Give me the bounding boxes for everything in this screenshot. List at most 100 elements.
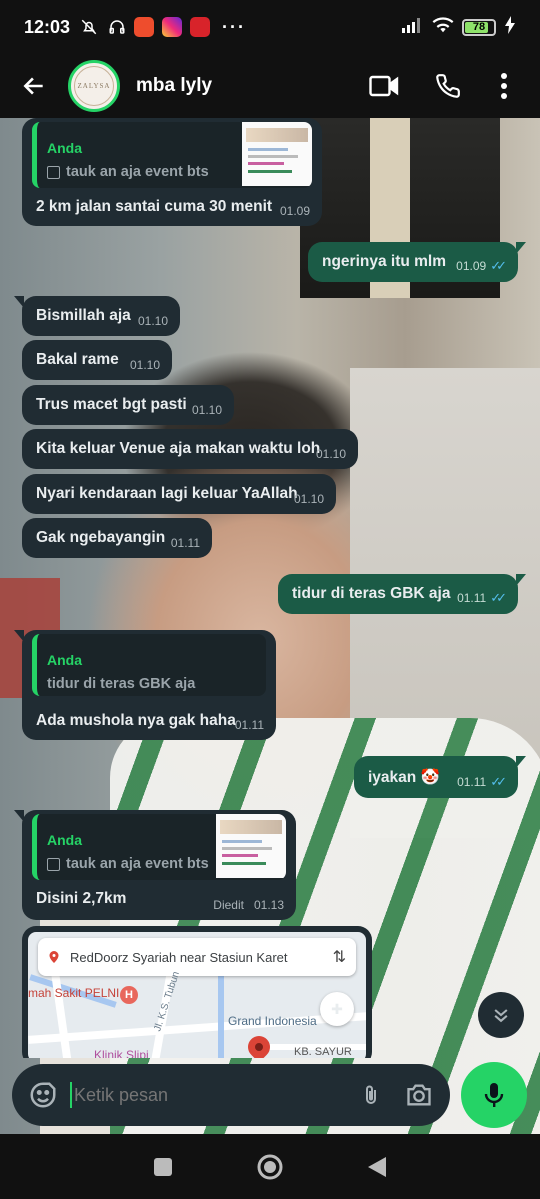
message-text: Trus macet bgt pasti — [36, 396, 187, 413]
quoted-message[interactable]: Anda tauk an aja event bts — [32, 122, 312, 188]
location-message[interactable]: RedDoorz Syariah near Stasiun Karet ⇅ ma… — [22, 926, 372, 1058]
message-text: tidur di teras GBK aja — [292, 585, 451, 602]
camera-icon — [407, 1084, 431, 1106]
voice-call-button[interactable] — [426, 64, 470, 108]
battery-level: 78 — [472, 21, 486, 33]
quote-author: Anda — [47, 652, 82, 668]
message-text: Nyari kendaraan lagi keluar YaAllah — [36, 485, 298, 502]
chat-header: ZALYSA mba lyly — [0, 54, 540, 118]
edited-label: Diedit — [213, 898, 244, 912]
message-list[interactable]: Anda tauk an aja event bts 2 km jalan sa… — [0, 118, 540, 1058]
message-outgoing[interactable]: ngerinya itu mlm 01.09 ✓✓ — [308, 242, 526, 282]
message-text: 2 km jalan santai cuma 30 menit — [36, 198, 273, 215]
message-incoming[interactable]: Anda tidur di teras GBK aja Ada mushola … — [14, 630, 276, 740]
voice-record-button[interactable] — [461, 1062, 527, 1128]
message-incoming[interactable]: Trus macet bgt pasti 01.10 — [22, 385, 234, 425]
message-time: 01.09 ✓✓ — [456, 258, 507, 273]
message-time: Diedit 01.13 — [213, 898, 284, 912]
quote-text: tauk an aja event bts — [66, 164, 209, 180]
map-search-bar[interactable]: RedDoorz Syariah near Stasiun Karet ⇅ — [38, 938, 356, 976]
avatar-text: ZALYSA — [77, 82, 111, 90]
message-outgoing[interactable]: iyakan 🤡 01.11 ✓✓ — [354, 756, 526, 798]
message-text: Bismillah aja — [36, 307, 131, 324]
video-call-icon — [369, 75, 399, 97]
read-ticks-icon: ✓✓ — [490, 258, 507, 273]
map-label-mall: Grand Indonesia — [228, 1014, 317, 1028]
charging-icon — [504, 15, 516, 39]
map-label-hospital: mah Sakit PELNI — [28, 986, 120, 1000]
attach-button[interactable] — [356, 1080, 386, 1110]
map-preview[interactable]: RedDoorz Syariah near Stasiun Karet ⇅ ma… — [28, 932, 366, 1058]
location-pin-icon — [49, 951, 59, 963]
message-input[interactable] — [74, 1084, 338, 1106]
message-incoming[interactable]: Bismillah aja 01.10 — [14, 296, 180, 336]
home-button[interactable] — [255, 1152, 285, 1182]
avatar-logo: ZALYSA — [74, 66, 114, 106]
voice-call-icon — [436, 74, 460, 98]
wifi-icon — [432, 16, 454, 39]
home-circle-icon — [257, 1154, 283, 1179]
message-text: iyakan 🤡 — [368, 768, 440, 786]
map-label-area: KB. SAYUR — [294, 1046, 352, 1058]
message-composer — [12, 1064, 450, 1126]
message-time: 01.11 — [234, 718, 264, 732]
message-time: 01.11 ✓✓ — [457, 590, 507, 605]
more-dots-icon: ··· — [222, 16, 247, 37]
message-incoming[interactable]: Kita keluar Venue aja makan waktu loh 01… — [22, 429, 358, 469]
emoji-button[interactable] — [28, 1080, 58, 1110]
image-icon — [47, 165, 60, 179]
quote-thumbnail — [216, 814, 286, 878]
message-text: Kita keluar Venue aja makan waktu loh — [36, 440, 321, 457]
microphone-icon — [484, 1083, 504, 1107]
status-bar: 12:03 ··· 78 — [0, 0, 540, 54]
message-time: 01.11 — [170, 536, 200, 550]
recents-button[interactable] — [148, 1152, 178, 1182]
message-time: 01.10 — [191, 403, 222, 417]
read-ticks-icon: ✓✓ — [490, 590, 507, 605]
message-incoming[interactable]: Nyari kendaraan lagi keluar YaAllah 01.1… — [22, 474, 336, 514]
back-triangle-icon — [367, 1156, 386, 1177]
shopee-app-icon — [134, 17, 155, 37]
more-options-button[interactable] — [482, 64, 526, 108]
message-incoming[interactable]: Bakal rame 01.10 — [22, 340, 172, 380]
message-text: Disini 2,7km — [36, 890, 127, 907]
message-time: 01.10 — [293, 492, 324, 506]
message-incoming[interactable]: Anda tauk an aja event bts 2 km jalan sa… — [22, 118, 322, 226]
headphones-icon — [106, 16, 128, 38]
signal-icon — [402, 17, 424, 38]
back-button[interactable] — [14, 66, 54, 106]
read-ticks-icon: ✓✓ — [490, 774, 507, 789]
mute-icon — [78, 16, 100, 38]
message-text: Gak ngebayangin — [36, 529, 166, 546]
instagram-app-icon — [162, 17, 183, 37]
sticker-emoji-icon — [30, 1082, 56, 1108]
map-add-button[interactable]: ✚ — [320, 992, 354, 1026]
map-label-clinic: Klinik Slipi — [94, 1048, 149, 1058]
contact-name[interactable]: mba lyly — [136, 75, 342, 97]
back-nav-button[interactable] — [362, 1152, 392, 1182]
status-time: 12:03 — [24, 16, 71, 37]
message-time: 01.09 — [279, 204, 310, 218]
message-time: 01.10 — [129, 358, 160, 372]
contact-avatar[interactable]: ZALYSA — [68, 60, 120, 112]
quoted-message[interactable]: Anda tidur di teras GBK aja — [32, 634, 266, 696]
message-incoming[interactable]: Gak ngebayangin 01.11 — [22, 518, 212, 558]
message-incoming[interactable]: Anda tauk an aja event bts Disini 2,7km … — [14, 810, 296, 920]
system-navigation-bar — [0, 1134, 540, 1199]
scroll-to-bottom-button[interactable] — [478, 992, 524, 1038]
message-time: 01.10 — [137, 314, 168, 328]
camera-button[interactable] — [404, 1080, 434, 1110]
message-text: ngerinya itu mlm — [322, 253, 447, 270]
battery-icon: 78 — [462, 18, 496, 36]
quote-text: tidur di teras GBK aja — [47, 676, 196, 692]
back-arrow-icon — [23, 77, 43, 95]
message-time: 01.10 — [315, 447, 346, 461]
swap-directions-icon[interactable]: ⇅ — [333, 947, 346, 967]
video-call-button[interactable] — [362, 64, 406, 108]
text-cursor — [70, 1082, 72, 1108]
quoted-message[interactable]: Anda tauk an aja event bts — [32, 814, 286, 880]
map-location-pin — [243, 1031, 275, 1058]
news-app-icon — [190, 17, 211, 37]
paperclip-icon — [366, 1085, 376, 1104]
message-outgoing[interactable]: tidur di teras GBK aja 01.11 ✓✓ — [278, 574, 526, 614]
